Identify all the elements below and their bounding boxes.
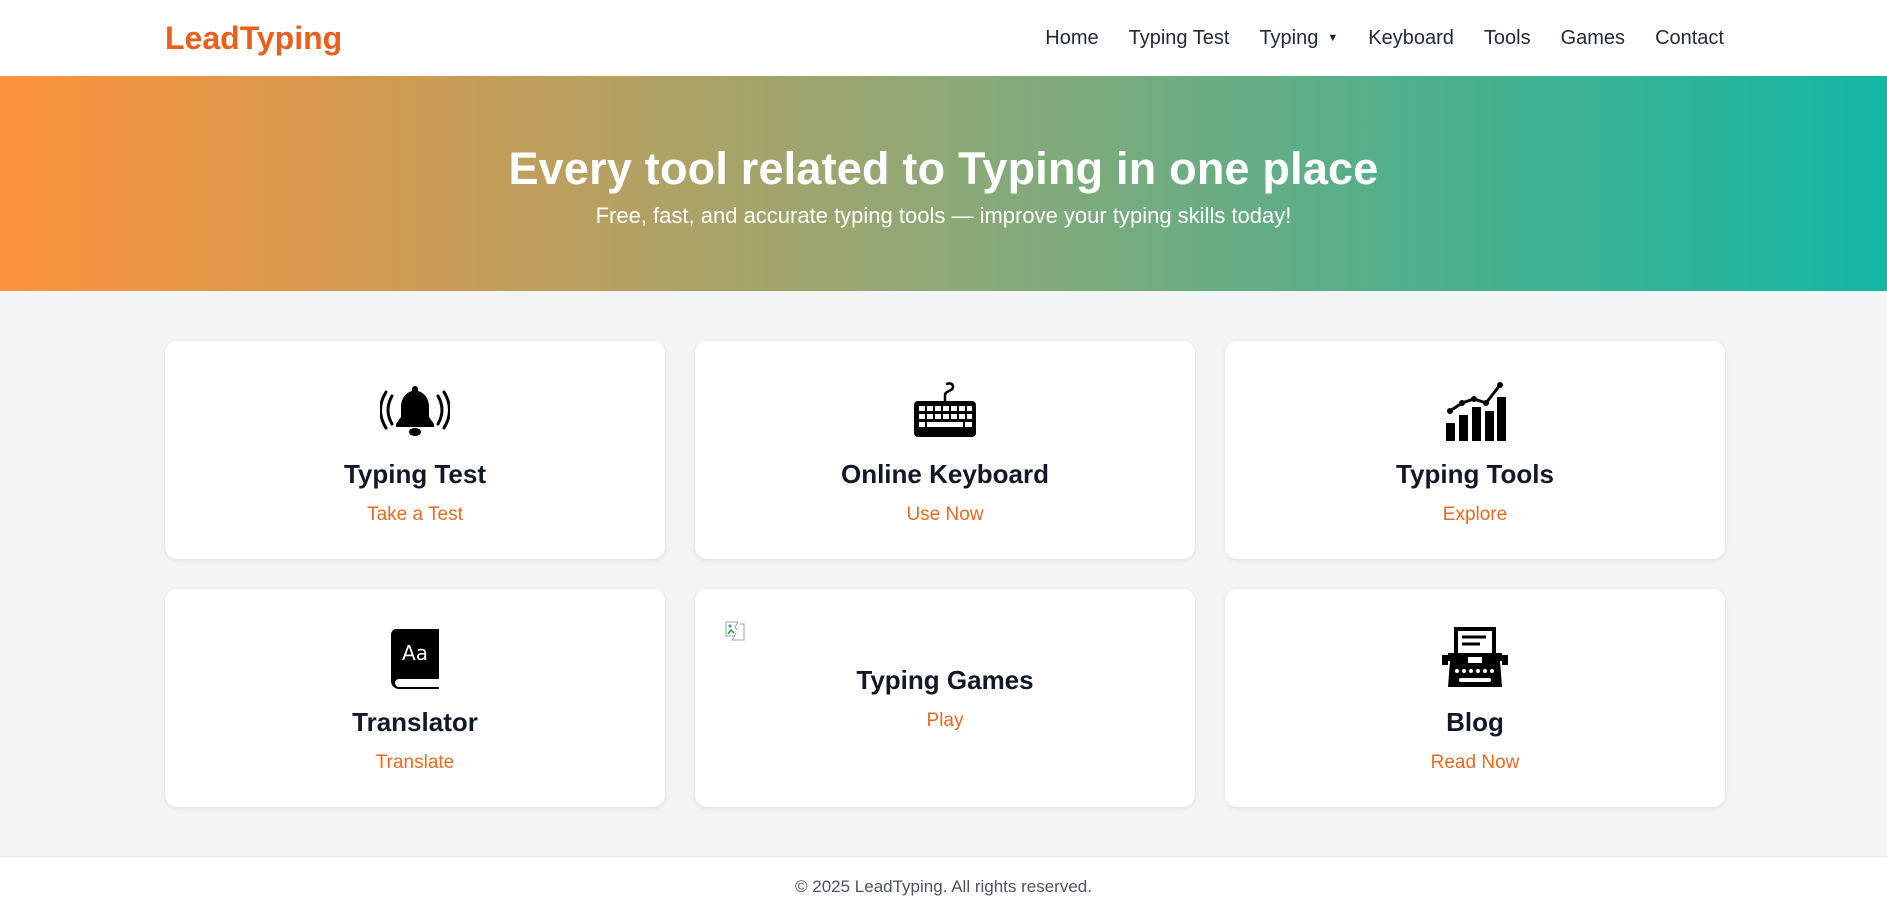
nav-item-label: Games [1560, 26, 1626, 49]
nav-item-home[interactable]: Home [1045, 27, 1098, 50]
nav-item-typing-test[interactable]: Typing Test [1129, 27, 1230, 50]
nav-item-contact[interactable]: Contact [1655, 27, 1724, 50]
card-title: Translator [352, 706, 478, 737]
take-test-link[interactable]: Take a Test [367, 504, 463, 526]
main-nav: Home Typing Test Typing ▼ Keyboard Tools … [1015, 27, 1724, 50]
explore-link[interactable]: Explore [1443, 504, 1507, 526]
hero-banner: Every tool related to Typing in one plac… [0, 76, 1887, 291]
hero-subtitle: Free, fast, and accurate typing tools — … [595, 202, 1292, 228]
card-title: Typing Games [856, 664, 1034, 695]
bell-ringing-icon [380, 375, 450, 445]
nav-item-label: Typing [1259, 26, 1319, 49]
copyright-text: © 2025 LeadTyping. All rights reserved. [795, 876, 1092, 896]
dictionary-book-icon: Aa [380, 623, 450, 693]
nav-item-label: Keyboard [1368, 26, 1454, 49]
nav-item-label: Typing Test [1128, 26, 1230, 49]
use-now-link[interactable]: Use Now [906, 504, 983, 526]
card-blog[interactable]: Blog Read Now [1225, 589, 1725, 807]
site-footer: © 2025 LeadTyping. All rights reserved. [0, 856, 1887, 916]
card-online-keyboard[interactable]: Online Keyboard Use Now [695, 341, 1195, 559]
play-link[interactable]: Play [927, 710, 964, 732]
card-title: Online Keyboard [840, 458, 1050, 489]
nav-item-label: Tools [1483, 26, 1531, 49]
card-title: Typing Tools [1396, 458, 1554, 489]
nav-item-typing-dropdown[interactable]: Typing ▼ [1259, 27, 1338, 50]
nav-item-label: Home [1045, 26, 1099, 49]
read-now-link[interactable]: Read Now [1431, 752, 1520, 774]
card-translator[interactable]: Aa Translator Translate [165, 589, 665, 807]
nav-item-label: Contact [1655, 26, 1724, 49]
hero-title: Every tool related to Typing in one plac… [508, 142, 1379, 194]
nav-item-tools[interactable]: Tools [1484, 27, 1531, 50]
brand-logo[interactable]: LeadTyping [165, 20, 342, 57]
nav-item-games[interactable]: Games [1561, 27, 1625, 50]
bar-chart-trend-icon [1440, 375, 1510, 445]
card-typing-games[interactable]: Typing Games Play [695, 589, 1195, 807]
card-typing-test[interactable]: Typing Test Take a Test [165, 341, 665, 559]
card-typing-tools[interactable]: Typing Tools Explore [1225, 341, 1725, 559]
card-title: Typing Test [343, 458, 487, 489]
tools-grid: Typing Test Take a Test Online Keyboard … [0, 291, 1887, 807]
translate-link[interactable]: Translate [376, 752, 455, 774]
keyboard-icon [910, 375, 980, 445]
broken-image-icon [725, 621, 745, 641]
nav-item-keyboard[interactable]: Keyboard [1368, 27, 1454, 50]
navbar: LeadTyping Home Typing Test Typing ▼ Keyb… [0, 0, 1887, 76]
caret-down-icon: ▼ [1327, 32, 1339, 44]
typewriter-icon [1440, 623, 1510, 693]
svg-text:Aa: Aa [402, 641, 428, 665]
card-title: Blog [1446, 706, 1504, 737]
